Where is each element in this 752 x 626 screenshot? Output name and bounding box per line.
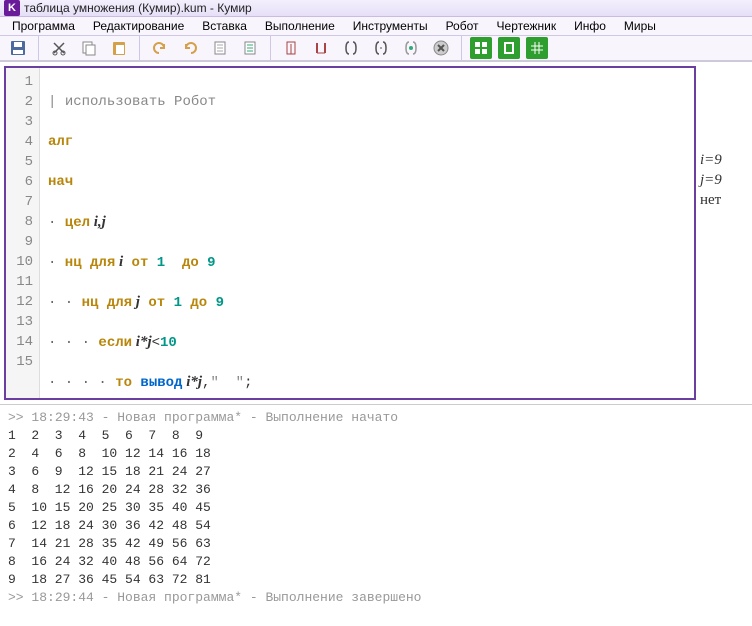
grid3-icon[interactable] bbox=[526, 37, 548, 59]
output-row: 9 18 27 36 45 54 63 72 81 bbox=[8, 571, 744, 589]
variable-panel: i=9 j=9 нет bbox=[700, 66, 748, 400]
menu-robot[interactable]: Робот bbox=[438, 17, 487, 35]
output-panel: >> 18:29:43 - Новая программа* - Выполне… bbox=[0, 404, 752, 626]
output-row: 1 2 3 4 5 6 7 8 9 bbox=[8, 427, 744, 445]
menu-worlds[interactable]: Миры bbox=[616, 17, 664, 35]
run-step-icon[interactable] bbox=[309, 36, 333, 60]
output-row: 8 16 24 32 40 48 56 64 72 bbox=[8, 553, 744, 571]
menu-program[interactable]: Программа bbox=[4, 17, 83, 35]
titlebar: K таблица умножения (Кумир).kum - Кумир bbox=[0, 0, 752, 17]
brace2-icon[interactable] bbox=[369, 36, 393, 60]
output-row: 6 12 18 24 30 36 42 48 54 bbox=[8, 517, 744, 535]
menu-drafter[interactable]: Чертежник bbox=[489, 17, 565, 35]
menu-edit[interactable]: Редактирование bbox=[85, 17, 192, 35]
grid2-icon[interactable] bbox=[498, 37, 520, 59]
var-i: i=9 bbox=[700, 150, 748, 170]
run-all-icon[interactable] bbox=[279, 36, 303, 60]
window-title: таблица умножения (Кумир).kum - Кумир bbox=[24, 1, 252, 15]
menu-info[interactable]: Инфо bbox=[566, 17, 614, 35]
cut-icon[interactable] bbox=[47, 36, 71, 60]
app-icon: K bbox=[4, 0, 20, 16]
menu-run[interactable]: Выполнение bbox=[257, 17, 343, 35]
undo-icon[interactable] bbox=[148, 36, 172, 60]
menu-tools[interactable]: Инструменты bbox=[345, 17, 436, 35]
redo-icon[interactable] bbox=[178, 36, 202, 60]
var-result: нет bbox=[700, 190, 748, 210]
copy-icon[interactable] bbox=[77, 36, 101, 60]
doc1-icon[interactable] bbox=[208, 36, 232, 60]
output-row: 3 6 9 12 15 18 21 24 27 bbox=[8, 463, 744, 481]
brace1-icon[interactable] bbox=[339, 36, 363, 60]
paste-icon[interactable] bbox=[107, 36, 131, 60]
output-row: 2 4 6 8 10 12 14 16 18 bbox=[8, 445, 744, 463]
menu-insert[interactable]: Вставка bbox=[194, 17, 255, 35]
line-gutter: 123456789101112131415 bbox=[6, 68, 40, 398]
code-editor[interactable]: | использовать Робот алг нач · цел i,j ·… bbox=[40, 68, 694, 398]
var-j: j=9 bbox=[700, 170, 748, 190]
workspace: 123456789101112131415 | использовать Роб… bbox=[0, 61, 752, 404]
doc2-icon[interactable] bbox=[238, 36, 262, 60]
editor-wrap: 123456789101112131415 | использовать Роб… bbox=[4, 66, 696, 400]
save-icon[interactable] bbox=[6, 36, 30, 60]
output-row: 7 14 21 28 35 42 49 56 63 bbox=[8, 535, 744, 553]
stop-icon[interactable] bbox=[429, 36, 453, 60]
output-row: 4 8 12 16 20 24 28 32 36 bbox=[8, 481, 744, 499]
toolbar bbox=[0, 36, 752, 61]
brace3-icon[interactable] bbox=[399, 36, 423, 60]
output-row: 5 10 15 20 25 30 35 40 45 bbox=[8, 499, 744, 517]
menubar: Программа Редактирование Вставка Выполне… bbox=[0, 17, 752, 36]
grid1-icon[interactable] bbox=[470, 37, 492, 59]
